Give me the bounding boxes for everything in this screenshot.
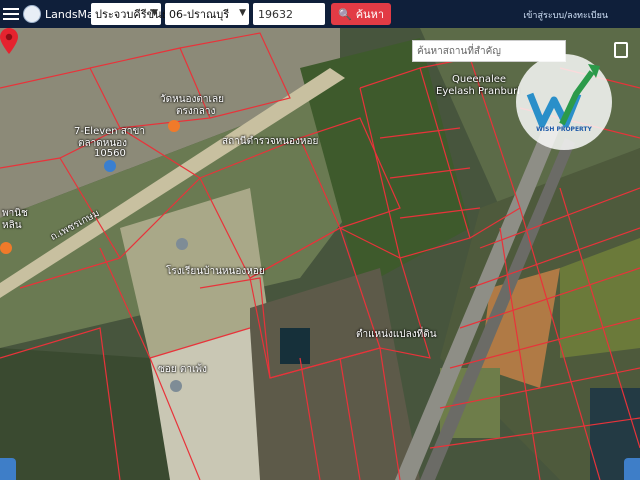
poi-label-eyelash: Eyelash Pranburi	[436, 86, 521, 97]
poi-marker-icon[interactable]	[0, 242, 12, 254]
poi-label-temple-2: ตรงกลาง	[176, 106, 216, 117]
district-value: 06-ปราณบุรี	[169, 8, 230, 21]
store-marker-icon[interactable]	[168, 120, 180, 132]
search-icon: 🔍	[337, 7, 352, 21]
watermark-logo-icon	[526, 64, 600, 128]
shop-marker-icon[interactable]	[104, 160, 116, 172]
parcel-caption: ตำแหน่งแปลงที่ดิน	[356, 329, 437, 340]
poi-label-queenalee: Queenalee	[452, 74, 507, 85]
login-link[interactable]: เข้าสู่ระบบ/ลงทะเบียน	[523, 8, 608, 22]
school-marker-icon[interactable]	[176, 238, 188, 250]
poi-label-left-2: หลิน	[2, 220, 22, 231]
search-button-label: ค้นหา	[355, 8, 384, 21]
poi-label-school: โรงเรียนบ้านหนองหอย	[166, 266, 265, 277]
landsmaps-logo-icon	[23, 5, 41, 23]
place-marker-icon[interactable]	[170, 380, 182, 392]
brand-name: LandsMaps	[45, 7, 107, 21]
search-button[interactable]: 🔍 ค้นหา	[331, 3, 391, 25]
chevron-down-icon: ▼	[151, 8, 158, 18]
parcel-number-input[interactable]: 19632	[253, 3, 325, 25]
poi-label-bottom: ซอย ตาเพ้ง	[158, 364, 207, 375]
wish-property-watermark: WISH PROPERTY	[516, 54, 612, 150]
poi-label-seven-eleven-code: 10560	[94, 148, 126, 159]
district-select[interactable]: 06-ปราณบุรี ▼	[165, 3, 249, 25]
watermark-text: WISH PROPERTY	[536, 126, 592, 133]
hamburger-menu-icon[interactable]	[3, 8, 19, 20]
province-select[interactable]: ประจวบคีรีขันธ์ ▼	[91, 3, 168, 25]
share-icon[interactable]	[614, 42, 628, 58]
locate-me-icon[interactable]	[0, 458, 16, 480]
parcel-location-pin-icon[interactable]	[0, 28, 18, 54]
layers-icon[interactable]	[624, 458, 640, 480]
satellite-map[interactable]: ค้นหาสถานที่สำคัญ WISH PROPERTY Queenale…	[0, 28, 640, 480]
poi-label-police: สถานีตำรวจหนองหอย	[222, 136, 319, 147]
chevron-down-icon: ▼	[239, 8, 246, 18]
top-toolbar: LandsMaps ประจวบคีรีขันธ์ ▼ 06-ปราณบุรี …	[0, 0, 640, 28]
